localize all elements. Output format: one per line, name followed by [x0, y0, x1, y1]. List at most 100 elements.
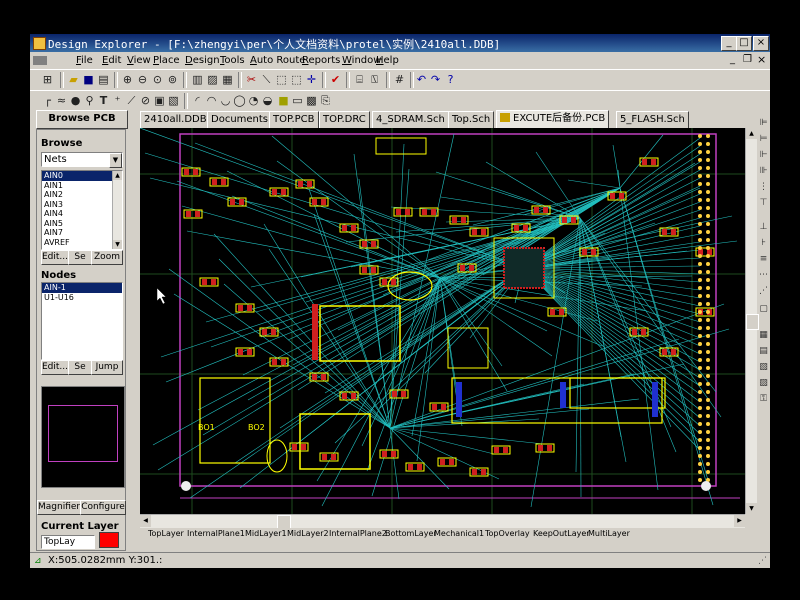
move-to-grid-icon[interactable]: ⋯ — [758, 270, 769, 281]
open-icon[interactable]: ▰ — [66, 72, 81, 87]
list-item[interactable]: U1-U16 — [42, 293, 122, 303]
pcb-drawing[interactable]: BO1 BO2 — [140, 128, 745, 514]
align-center-icon[interactable]: ⊨ — [758, 134, 769, 145]
current-layer-select[interactable]: TopLay — [41, 535, 95, 549]
tab-top-pcb[interactable]: TOP.PCB — [269, 111, 319, 129]
select-net-button[interactable]: Se — [68, 250, 92, 265]
list-item[interactable]: AVREF — [42, 238, 122, 248]
circle-icon[interactable]: ◔ — [246, 93, 261, 108]
save-icon[interactable]: ■ — [81, 72, 96, 87]
component-icon[interactable]: ⍂ — [367, 72, 382, 87]
maximize-button[interactable]: □ — [736, 36, 752, 51]
rule-check-icon[interactable]: ✔ — [328, 72, 343, 87]
arc-edge-icon[interactable]: ◠ — [204, 93, 219, 108]
spacing-icon[interactable]: ⋮ — [758, 182, 769, 193]
place-coordinate-icon[interactable]: ⁺ — [110, 93, 125, 108]
select-outside-icon[interactable]: ▨ — [758, 378, 769, 389]
edit-net-button[interactable]: Edit... — [41, 250, 69, 265]
menu-file[interactable]: File — [76, 55, 93, 66]
room-icon[interactable]: ▢ — [758, 304, 769, 315]
layer-tab-internalplane2[interactable]: InternalPlane2 — [329, 528, 387, 540]
select-node-button[interactable]: Se — [68, 360, 92, 375]
lock-icon[interactable]: ⚿ — [758, 394, 769, 405]
grid-icon[interactable]: # — [392, 72, 407, 87]
scroll-down-icon[interactable]: ▼ — [113, 240, 122, 249]
arrange-icon[interactable]: ⋰ — [758, 286, 769, 297]
align-left-icon[interactable]: ⊫ — [758, 118, 769, 129]
zoom-in-icon[interactable]: ⊕ — [120, 72, 135, 87]
distribute-v-icon[interactable]: ≡ — [758, 254, 769, 265]
menu-view[interactable]: View — [127, 55, 151, 66]
doc-minimize-button[interactable]: _ — [730, 54, 735, 65]
explorer-icon[interactable]: ⊞ — [40, 72, 55, 87]
fill-icon[interactable]: ◒ — [260, 93, 275, 108]
browse-library-icon[interactable]: ⌸ — [352, 72, 367, 87]
print-icon[interactable]: ▤ — [96, 72, 111, 87]
layer-tab-midlayer2[interactable]: MidLayer2 — [287, 528, 329, 540]
nodes-list[interactable]: AIN-1 U1-U16 — [41, 282, 123, 360]
component-align-icon[interactable]: ▦ — [758, 330, 769, 341]
place-via-icon[interactable]: ⚲ — [82, 93, 97, 108]
place-dimension-icon[interactable]: ⟋ — [124, 93, 139, 108]
deselect-icon[interactable]: ⬚ — [289, 72, 304, 87]
scroll-up-icon[interactable]: ▲ — [113, 171, 122, 180]
align-middle-icon[interactable]: ⊥ — [758, 222, 769, 233]
tab-top-drc[interactable]: TOP.DRC — [319, 111, 370, 129]
place-room-icon[interactable]: ▣ — [152, 93, 167, 108]
list-item[interactable]: AIN4 — [42, 209, 122, 219]
list-item[interactable]: AIN0 — [42, 171, 122, 181]
group-icon[interactable]: ▤ — [758, 346, 769, 357]
document-menu-icon[interactable] — [33, 56, 47, 65]
list-item[interactable]: AIN7 — [42, 228, 122, 238]
distribute-h-icon[interactable]: ⊪ — [758, 166, 769, 177]
resize-grip-icon[interactable]: ⋰ — [758, 556, 767, 566]
layer-tab-keepoutlayer[interactable]: KeepOutLayer — [533, 528, 590, 540]
cut-icon[interactable]: ✂ — [244, 72, 259, 87]
tab-documents[interactable]: Documents — [207, 111, 273, 129]
help-icon[interactable]: ? — [443, 72, 458, 87]
place-array-icon[interactable]: ▩ — [304, 93, 319, 108]
canvas-vertical-scrollbar[interactable]: ▲ ▼ — [745, 128, 759, 514]
menu-design[interactable]: Design — [185, 55, 220, 66]
chevron-down-icon[interactable]: ▼ — [109, 153, 122, 168]
tab-2410all-ddb[interactable]: 2410all.DDB — [140, 111, 211, 129]
zoom-out-icon[interactable]: ⊖ — [135, 72, 150, 87]
menu-help[interactable]: Help — [376, 55, 399, 66]
align-bottom-icon[interactable]: ⊦ — [758, 238, 769, 249]
select-icon[interactable]: ⬚ — [274, 72, 289, 87]
doc-restore-button[interactable]: ❐ — [743, 54, 752, 65]
layer-tab-mechanical1[interactable]: Mechanical1 — [434, 528, 484, 540]
interactive-route-icon[interactable]: ┌ — [40, 93, 55, 108]
place-component-icon[interactable]: ▧ — [166, 93, 181, 108]
list-item[interactable]: AIN3 — [42, 200, 122, 210]
scroll-down-icon[interactable]: ▼ — [746, 503, 757, 514]
highlight-icon[interactable]: ▥ — [190, 72, 205, 87]
menu-tools[interactable]: Tools — [220, 55, 245, 66]
redo-icon[interactable]: ↷ — [428, 72, 443, 87]
browse-select[interactable]: Nets ▼ — [41, 152, 123, 168]
menu-edit[interactable]: Edit — [102, 55, 121, 66]
align-top-icon[interactable]: ⊤ — [758, 198, 769, 209]
scroll-up-icon[interactable]: ▲ — [746, 128, 757, 139]
split-plane-icon[interactable]: ▭ — [290, 93, 305, 108]
pcb-canvas[interactable]: BO1 BO2 — [140, 128, 745, 514]
tab-5-flash-sch[interactable]: 5_FLASH.Sch — [616, 111, 689, 129]
copy-icon[interactable]: ▨ — [205, 72, 220, 87]
paste-icon[interactable]: ▦ — [220, 72, 235, 87]
list-item[interactable]: AIN1 — [42, 181, 122, 191]
arc-any-icon[interactable]: ◡ — [218, 93, 233, 108]
menu-place[interactable]: Place — [153, 55, 180, 66]
place-line-icon[interactable]: ≈ — [54, 93, 69, 108]
list-item[interactable]: AIN5 — [42, 219, 122, 229]
polygon-plane-icon[interactable]: ■ — [276, 93, 291, 108]
layer-tab-multilayer[interactable]: MultiLayer — [588, 528, 630, 540]
select-inside-icon[interactable]: ▧ — [758, 362, 769, 373]
tab-browse-pcb[interactable]: Browse PCB — [36, 110, 128, 129]
layer-tab-bottomlayer[interactable]: BottomLayer — [385, 528, 437, 540]
layer-tab-topoverlay[interactable]: TopOverlay — [485, 528, 530, 540]
move-icon[interactable]: ✛ — [304, 72, 319, 87]
horizontal-scroll-thumb[interactable] — [277, 515, 291, 529]
canvas-horizontal-scrollbar[interactable]: ◀ ▶ — [140, 514, 745, 529]
scroll-left-icon[interactable]: ◀ — [140, 515, 151, 527]
layer-tab-toplayer[interactable]: TopLayer — [148, 528, 184, 540]
